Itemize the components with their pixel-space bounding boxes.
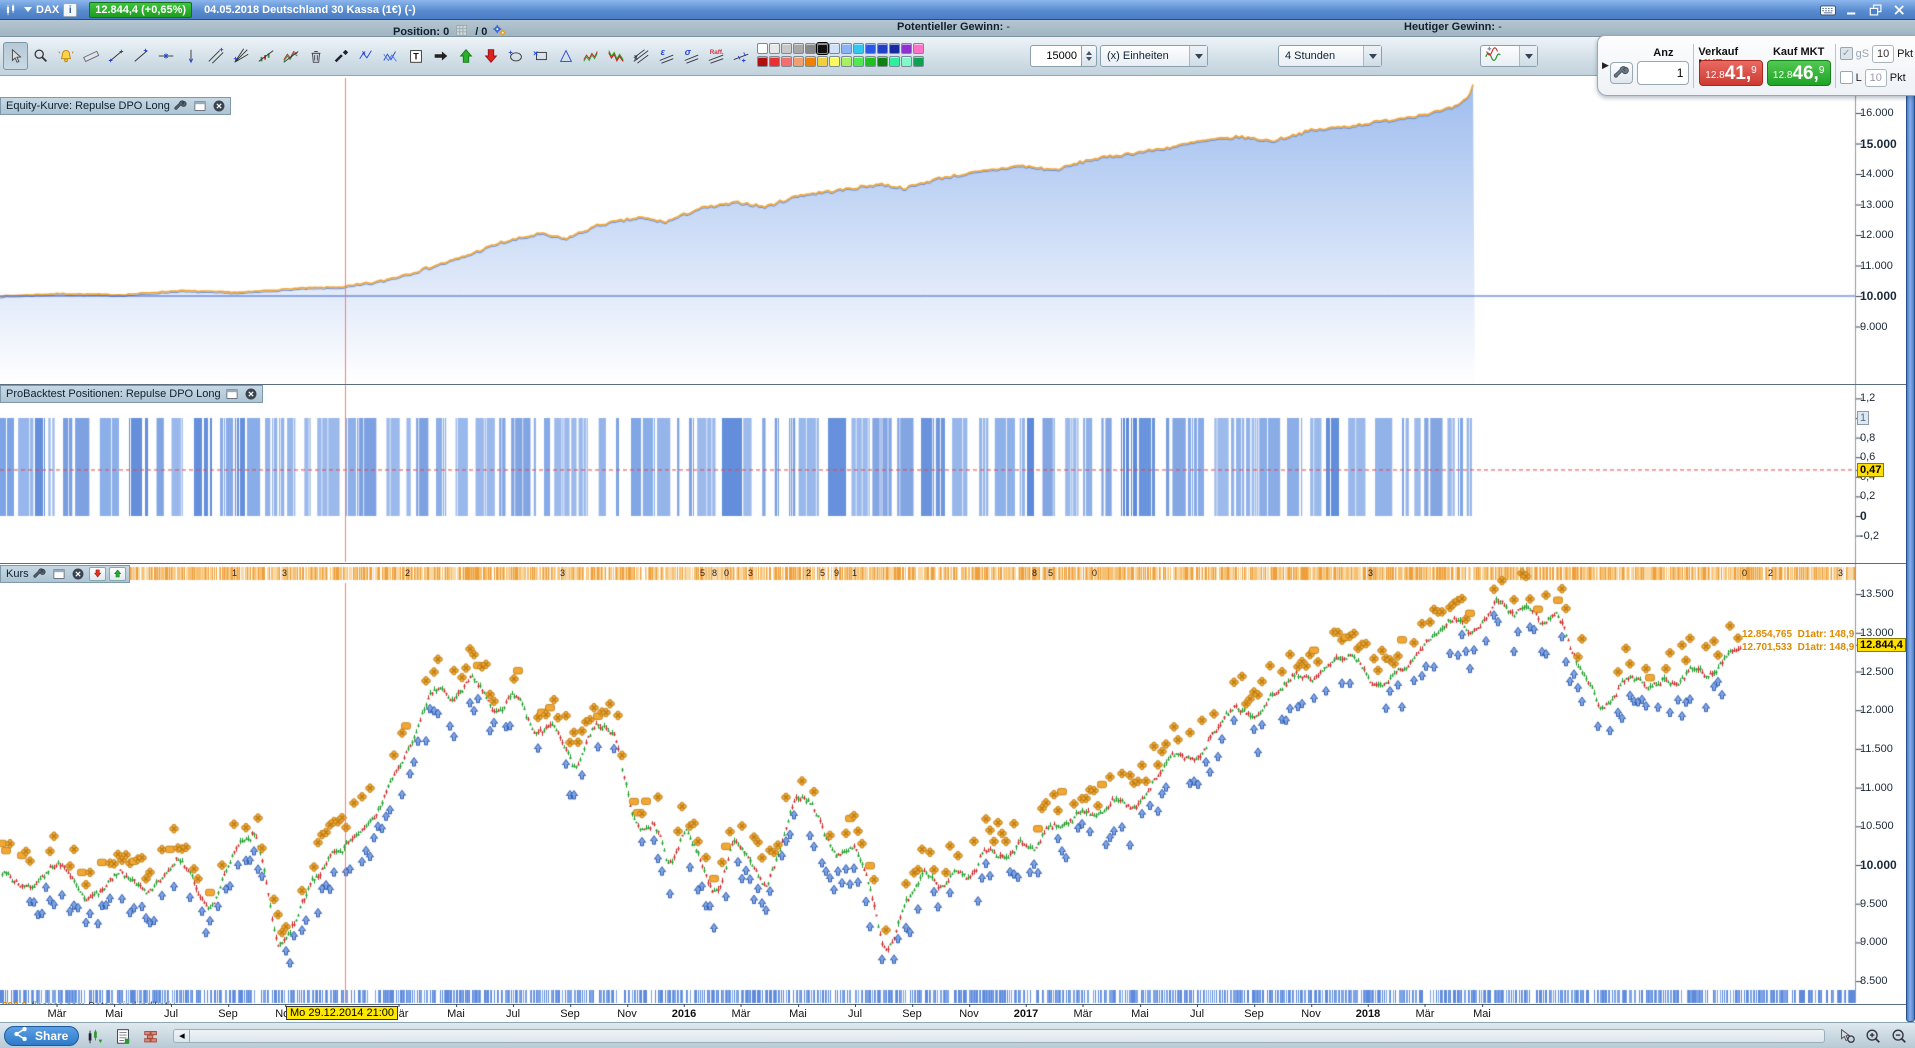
wrench-icon[interactable] xyxy=(32,567,48,581)
wrench-icon[interactable] xyxy=(173,99,189,113)
candlestick-alert-icon[interactable] xyxy=(83,1025,107,1047)
time-axis-label: Nov xyxy=(617,1004,637,1020)
time-axis-label: 2018 xyxy=(1355,1004,1381,1020)
buy-market-button[interactable]: 12.8 46, 9 xyxy=(1766,59,1831,86)
buy-price-big: 46, xyxy=(1792,62,1819,84)
kurs-panel-tab[interactable]: Kurs xyxy=(0,565,130,583)
limit-checkbox[interactable] xyxy=(1839,71,1853,84)
quantity-input[interactable] xyxy=(1637,60,1690,85)
vertical-scrollbar[interactable] xyxy=(1906,76,1915,1022)
maximize-icon[interactable] xyxy=(51,567,67,581)
sell-price-big: 41, xyxy=(1724,62,1752,84)
positions-panel-title: ProBacktest Positionen: Repulse DPO Long xyxy=(6,388,221,400)
time-axis-label: Mai xyxy=(447,1004,465,1020)
time-axis-label: Jul xyxy=(1189,1004,1205,1020)
backtest-start-date-label: Mo 29.12.2014 21:00 xyxy=(286,1006,398,1020)
share-label: Share xyxy=(35,1028,69,1043)
kurs-panel-title: Kurs xyxy=(6,568,29,580)
time-axis-label: Sep xyxy=(560,1004,580,1020)
limit-label: L xyxy=(1855,71,1862,84)
time-axis: Mo 29.12.2014 21:00 Mär Mai Jul Sep Nov Mär Ma… xyxy=(0,1004,1915,1022)
time-axis-label: Mai xyxy=(789,1004,807,1020)
horizontal-scrollbar[interactable]: ◂ xyxy=(173,1028,1825,1043)
time-axis-label: Nov xyxy=(959,1004,979,1020)
equity-panel-tab[interactable]: Equity-Kurve: Repulse DPO Long xyxy=(0,97,231,115)
buy-price-sup: 9 xyxy=(1818,64,1825,76)
time-axis-label: Mai xyxy=(1473,1004,1491,1020)
bottom-toolbar: Share ◂ xyxy=(0,1022,1915,1048)
close-panel-icon[interactable] xyxy=(70,567,86,581)
share-icon xyxy=(11,1025,31,1046)
positions-panel-tab[interactable]: ProBacktest Positionen: Repulse DPO Long xyxy=(0,385,263,403)
time-axis-label: 2016 xyxy=(671,1004,697,1020)
equity-panel-title: Equity-Kurve: Repulse DPO Long xyxy=(6,100,170,112)
buy-price-small: 12.8 xyxy=(1772,69,1793,81)
sell-arrow-button[interactable] xyxy=(88,567,106,581)
time-axis-label: Mai xyxy=(105,1004,123,1020)
time-axis-label: Sep xyxy=(218,1004,238,1020)
limit-points-input[interactable] xyxy=(1864,68,1887,87)
sell-market-label: Verkauf MKT xyxy=(1698,45,1739,70)
time-axis-label: 2017 xyxy=(1013,1004,1039,1020)
zoom-out-icon[interactable] xyxy=(1887,1025,1911,1047)
market-depth-icon[interactable] xyxy=(139,1025,163,1047)
points-label: Pkt xyxy=(1889,71,1906,84)
stop-points-input[interactable] xyxy=(1872,44,1895,63)
close-panel-icon[interactable] xyxy=(211,99,227,113)
time-axis-label: Mär xyxy=(47,1004,67,1020)
buy-market-label: Kauf MKT xyxy=(1772,45,1825,58)
scroll-left-icon[interactable]: ◂ xyxy=(174,1029,191,1042)
sell-price-sup: 9 xyxy=(1751,64,1757,76)
time-axis-label: Mär xyxy=(1073,1004,1093,1020)
guaranteed-stop-checkbox[interactable]: ✓ xyxy=(1839,47,1853,60)
chart-canvas[interactable] xyxy=(0,0,1915,1048)
zoom-in-icon[interactable] xyxy=(1861,1025,1885,1047)
trading-platform-window: DAX i 12.844,4 (+0,65%) 04.05.2018 Deuts… xyxy=(0,0,1915,1048)
news-icon[interactable] xyxy=(111,1025,135,1047)
guaranteed-stop-label: gS xyxy=(1855,47,1870,60)
time-axis-label: Sep xyxy=(1244,1004,1264,1020)
maximize-icon[interactable] xyxy=(224,387,240,401)
time-axis-label: Jul xyxy=(505,1004,521,1020)
time-axis-label: Mai xyxy=(1131,1004,1149,1020)
points-label: Pkt xyxy=(1897,47,1914,60)
sell-price-small: 12.8 xyxy=(1705,69,1725,81)
quantity-label: Anz xyxy=(1653,46,1674,59)
time-axis-label: Mär xyxy=(731,1004,751,1020)
share-button[interactable]: Share xyxy=(4,1025,80,1046)
order-panel: ▶ Anz Verkauf MKT 12.841,9 Kauf MKT 12.8… xyxy=(1597,35,1915,96)
close-panel-icon[interactable] xyxy=(243,387,259,401)
pointer-zoom-icon[interactable] xyxy=(1835,1025,1859,1047)
time-axis-label: Nov xyxy=(1301,1004,1321,1020)
time-axis-label: Sep xyxy=(902,1004,922,1020)
maximize-icon[interactable] xyxy=(192,99,208,113)
buy-arrow-button[interactable] xyxy=(108,567,126,581)
time-axis-label: Jul xyxy=(847,1004,863,1020)
time-axis-label: Jul xyxy=(163,1004,179,1020)
panel-expand-arrow-icon[interactable]: ▶ xyxy=(1602,60,1610,71)
order-settings-button[interactable] xyxy=(1609,61,1634,84)
time-axis-label: Mär xyxy=(1415,1004,1435,1020)
sell-market-button[interactable]: 12.8 41, 9 xyxy=(1699,59,1764,86)
